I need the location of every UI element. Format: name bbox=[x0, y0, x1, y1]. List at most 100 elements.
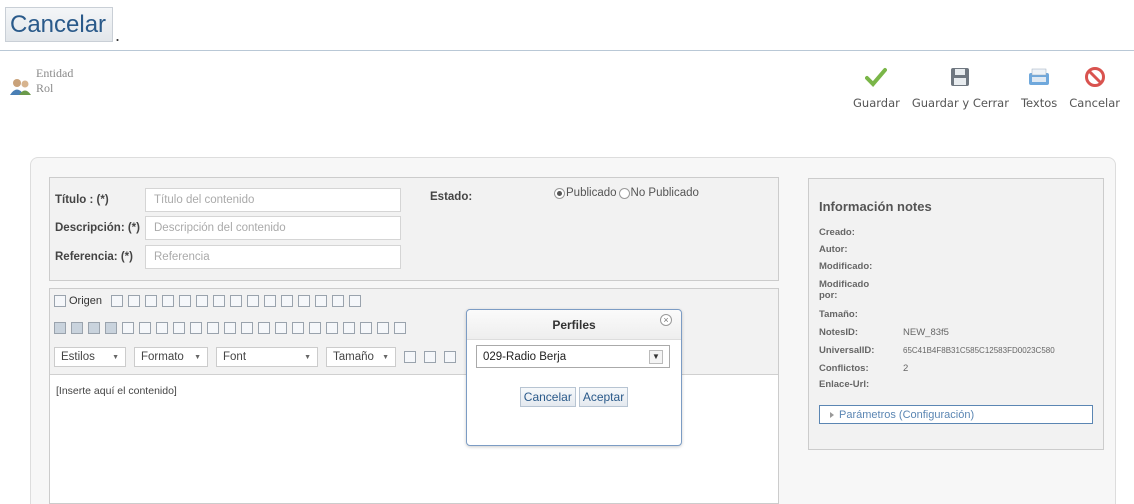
universalid-row: UniversalID: 65C41B4F8B31C585C12583FD0023… bbox=[819, 345, 1055, 356]
entity-label: Entidad bbox=[36, 66, 74, 80]
paste-text-icon[interactable] bbox=[230, 295, 243, 307]
profiles-dialog: Perfiles × 029-Radio Berja ▼ Cancelar Ac… bbox=[466, 309, 682, 446]
header-divider bbox=[0, 50, 1134, 51]
triangle-right-icon bbox=[830, 411, 834, 418]
align-left-icon[interactable] bbox=[258, 322, 270, 334]
font-select[interactable]: Font ▼ bbox=[216, 347, 318, 367]
replace-icon[interactable] bbox=[315, 295, 328, 307]
justify-icon[interactable] bbox=[309, 322, 321, 334]
users-icon bbox=[10, 78, 32, 96]
cancel-icon bbox=[1084, 64, 1106, 90]
size-row: Tamaño: bbox=[819, 309, 858, 320]
background-color-icon[interactable] bbox=[424, 351, 436, 363]
form-box: Título : (*) Título del contenido Descri… bbox=[49, 177, 779, 281]
bold-icon[interactable] bbox=[54, 322, 66, 334]
styles-select[interactable]: Estilos ▼ bbox=[54, 347, 126, 367]
reference-input[interactable]: Referencia bbox=[145, 245, 401, 269]
title-label: Título : (*) bbox=[55, 194, 109, 206]
cancel-label: Cancelar bbox=[1069, 96, 1120, 110]
modified-row: Modificado: bbox=[819, 261, 872, 272]
rtl-icon[interactable] bbox=[343, 322, 355, 334]
chevron-down-icon: ▼ bbox=[112, 353, 119, 361]
cancel-button[interactable]: Cancelar bbox=[1063, 64, 1126, 110]
editor-toolbar-row-2 bbox=[54, 322, 406, 334]
close-icon[interactable]: × bbox=[660, 314, 672, 326]
cut-icon[interactable] bbox=[179, 295, 192, 307]
conflicts-row: Conflictos: 2 bbox=[819, 363, 908, 374]
templates-icon[interactable] bbox=[162, 295, 175, 307]
underline-icon[interactable] bbox=[88, 322, 100, 334]
published-label: Publicado bbox=[566, 187, 617, 199]
dialog-cancel-button[interactable]: Cancelar bbox=[519, 387, 576, 407]
spellcheck-icon[interactable] bbox=[349, 295, 362, 307]
link-icon[interactable] bbox=[360, 322, 372, 334]
reference-label: Referencia: (*) bbox=[55, 251, 133, 263]
text-document-icon bbox=[1028, 64, 1050, 90]
profile-select[interactable]: 029-Radio Berja ▼ bbox=[476, 345, 670, 368]
styles-label: Estilos bbox=[61, 351, 95, 363]
maximize-icon[interactable] bbox=[444, 351, 456, 363]
undo-icon[interactable] bbox=[264, 295, 277, 307]
unpublished-radio[interactable] bbox=[618, 187, 630, 199]
paste-icon[interactable] bbox=[213, 295, 226, 307]
size-select[interactable]: Tamaño ▼ bbox=[326, 347, 396, 367]
preview-icon[interactable] bbox=[128, 295, 141, 307]
bullet-list-icon[interactable] bbox=[190, 322, 202, 334]
ltr-icon[interactable] bbox=[326, 322, 338, 334]
entity-header: Entidad Rol bbox=[10, 66, 73, 96]
texts-button[interactable]: Textos bbox=[1015, 64, 1063, 110]
texts-label: Textos bbox=[1020, 96, 1058, 110]
subscript-icon[interactable] bbox=[122, 322, 134, 334]
status-radio-group: Publicado No Publicado bbox=[554, 187, 699, 199]
italic-icon[interactable] bbox=[71, 322, 83, 334]
find-icon[interactable] bbox=[298, 295, 311, 307]
indent-icon[interactable] bbox=[224, 322, 236, 334]
title-row: Título : (*) Título del contenido bbox=[55, 188, 401, 212]
info-panel: Información notes Creado: Autor: Modific… bbox=[808, 178, 1104, 450]
numbered-list-icon[interactable] bbox=[173, 322, 185, 334]
anchor-icon[interactable] bbox=[394, 322, 406, 334]
select-all-icon[interactable] bbox=[332, 295, 345, 307]
copy-icon[interactable] bbox=[196, 295, 209, 307]
parameters-toggle[interactable]: Parámetros (Configuración) bbox=[819, 405, 1093, 424]
dialog-title: Perfiles bbox=[467, 310, 681, 340]
strike-icon[interactable] bbox=[105, 322, 117, 334]
conflicts-value: 2 bbox=[903, 363, 909, 374]
editor-content[interactable]: [Inserte aquí el contenido] bbox=[56, 385, 177, 397]
unlink-icon[interactable] bbox=[377, 322, 389, 334]
source-label: Origen bbox=[69, 295, 103, 307]
save-button[interactable]: Guardar bbox=[847, 64, 906, 110]
published-radio[interactable] bbox=[554, 187, 565, 199]
remove-format-icon[interactable] bbox=[156, 322, 168, 334]
align-right-icon[interactable] bbox=[292, 322, 304, 334]
format-select[interactable]: Formato ▼ bbox=[134, 347, 208, 367]
blockquote-icon[interactable] bbox=[241, 322, 253, 334]
link-url-label: Enlace-Url: bbox=[819, 379, 870, 390]
save-label: Guardar bbox=[853, 96, 900, 110]
unpublished-label: No Publicado bbox=[630, 187, 699, 199]
redo-icon[interactable] bbox=[281, 295, 294, 307]
trailing-period: . bbox=[115, 25, 121, 45]
superscript-icon[interactable] bbox=[139, 322, 151, 334]
save-close-button[interactable]: Guardar y Cerrar bbox=[906, 64, 1015, 110]
outdent-icon[interactable] bbox=[207, 322, 219, 334]
save-close-label: Guardar y Cerrar bbox=[911, 96, 1009, 110]
top-cancel-area: Cancelar . bbox=[5, 6, 121, 45]
dialog-accept-button[interactable]: Aceptar bbox=[578, 387, 629, 407]
checkmark-icon bbox=[865, 64, 888, 90]
source-button[interactable]: Origen bbox=[54, 295, 102, 307]
new-page-icon[interactable] bbox=[111, 295, 124, 307]
text-color-icon[interactable] bbox=[404, 351, 416, 363]
align-center-icon[interactable] bbox=[275, 322, 287, 334]
profile-selected-value: 029-Radio Berja bbox=[483, 350, 567, 363]
print-icon[interactable] bbox=[145, 295, 158, 307]
cancel-button-large[interactable]: Cancelar bbox=[5, 7, 114, 42]
size-info-label: Tamaño: bbox=[819, 309, 858, 320]
author-row: Autor: bbox=[819, 244, 848, 255]
size-label: Tamaño bbox=[333, 351, 374, 363]
notesid-label: NotesID: bbox=[819, 327, 859, 338]
title-input[interactable]: Título del contenido bbox=[145, 188, 401, 212]
description-input[interactable]: Descripción del contenido bbox=[145, 216, 401, 240]
universalid-label: UniversalID: bbox=[819, 345, 875, 356]
paste-word-icon[interactable] bbox=[247, 295, 260, 307]
